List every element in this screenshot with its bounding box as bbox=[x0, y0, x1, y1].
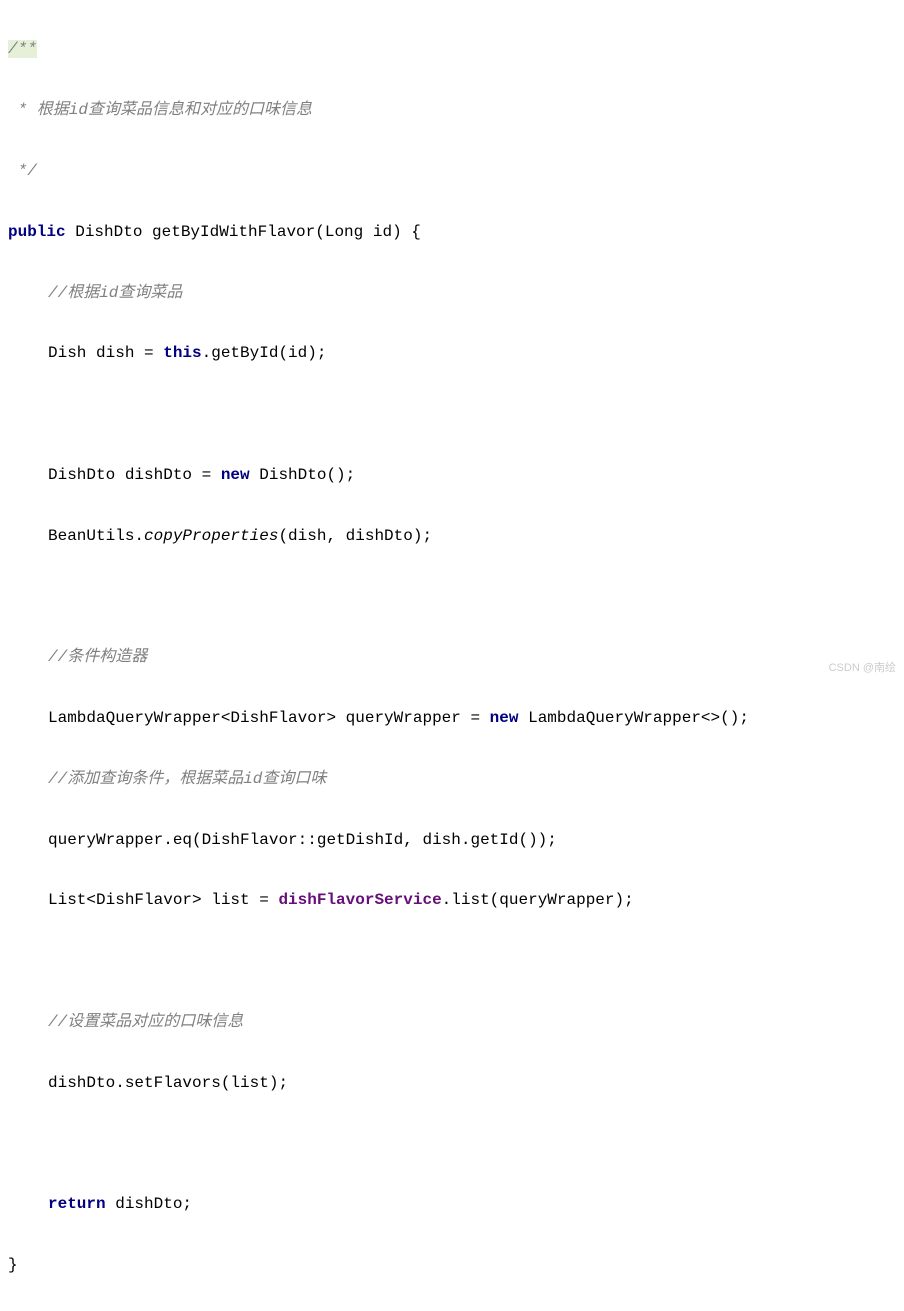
watermark: CSDN @南绘 bbox=[829, 658, 896, 679]
dishflavorservice-field: dishFlavorService bbox=[278, 891, 441, 909]
javadoc-close: */ bbox=[8, 156, 896, 186]
list-assignment: List<DishFlavor> list = dishFlavorServic… bbox=[8, 885, 896, 915]
blank-line-2 bbox=[8, 581, 896, 611]
comment-add-query: //添加查询条件，根据菜品id查询口味 bbox=[8, 764, 896, 794]
comment-query-dish: //根据id查询菜品 bbox=[8, 278, 896, 308]
dishdto-post: DishDto(); bbox=[250, 466, 356, 484]
dishdto-pre: DishDto dishDto = bbox=[48, 466, 221, 484]
blank-line-3 bbox=[8, 946, 896, 976]
closing-brace: } bbox=[8, 1250, 896, 1280]
list-post: .list(queryWrapper); bbox=[442, 891, 634, 909]
method-signature: public DishDto getByIdWithFlavor(Long id… bbox=[8, 217, 896, 247]
lambda-post: LambdaQueryWrapper<>(); bbox=[518, 709, 748, 727]
list-pre: List<DishFlavor> list = bbox=[48, 891, 278, 909]
beanutils-line: BeanUtils.copyProperties(dish, dishDto); bbox=[8, 521, 896, 551]
return-keyword: return bbox=[48, 1195, 106, 1213]
beanutils-pre: BeanUtils. bbox=[48, 527, 144, 545]
method-sig-rest: DishDto getByIdWithFlavor(Long id) { bbox=[66, 223, 421, 241]
comment-open-line: /** bbox=[8, 34, 896, 64]
dish-pre: Dish dish = bbox=[48, 344, 163, 362]
beanutils-post: (dish, dishDto); bbox=[278, 527, 432, 545]
comment-wrapper: //条件构造器 bbox=[8, 642, 896, 672]
blank-line-1 bbox=[8, 399, 896, 429]
lambda-pre: LambdaQueryWrapper<DishFlavor> queryWrap… bbox=[48, 709, 490, 727]
blank-line-4 bbox=[8, 1128, 896, 1158]
copyproperties-method: copyProperties bbox=[144, 527, 278, 545]
dish-post: .getById(id); bbox=[202, 344, 327, 362]
new-keyword-1: new bbox=[221, 466, 250, 484]
setflavors-line: dishDto.setFlavors(list); bbox=[8, 1068, 896, 1098]
code-block: /** * 根据id查询菜品信息和对应的口味信息 */ public DishD… bbox=[8, 4, 896, 1311]
lambda-wrapper-line: LambdaQueryWrapper<DishFlavor> queryWrap… bbox=[8, 703, 896, 733]
public-keyword: public bbox=[8, 223, 66, 241]
dishdto-assignment: DishDto dishDto = new DishDto(); bbox=[8, 460, 896, 490]
new-keyword-2: new bbox=[490, 709, 519, 727]
javadoc-open: /** bbox=[8, 40, 37, 58]
return-line: return dishDto; bbox=[8, 1189, 896, 1219]
querywrapper-eq-line: queryWrapper.eq(DishFlavor::getDishId, d… bbox=[8, 825, 896, 855]
this-keyword: this bbox=[163, 344, 201, 362]
return-post: dishDto; bbox=[106, 1195, 192, 1213]
javadoc-desc: * 根据id查询菜品信息和对应的口味信息 bbox=[8, 95, 896, 125]
comment-setflavor: //设置菜品对应的口味信息 bbox=[8, 1007, 896, 1037]
dish-assignment: Dish dish = this.getById(id); bbox=[8, 338, 896, 368]
